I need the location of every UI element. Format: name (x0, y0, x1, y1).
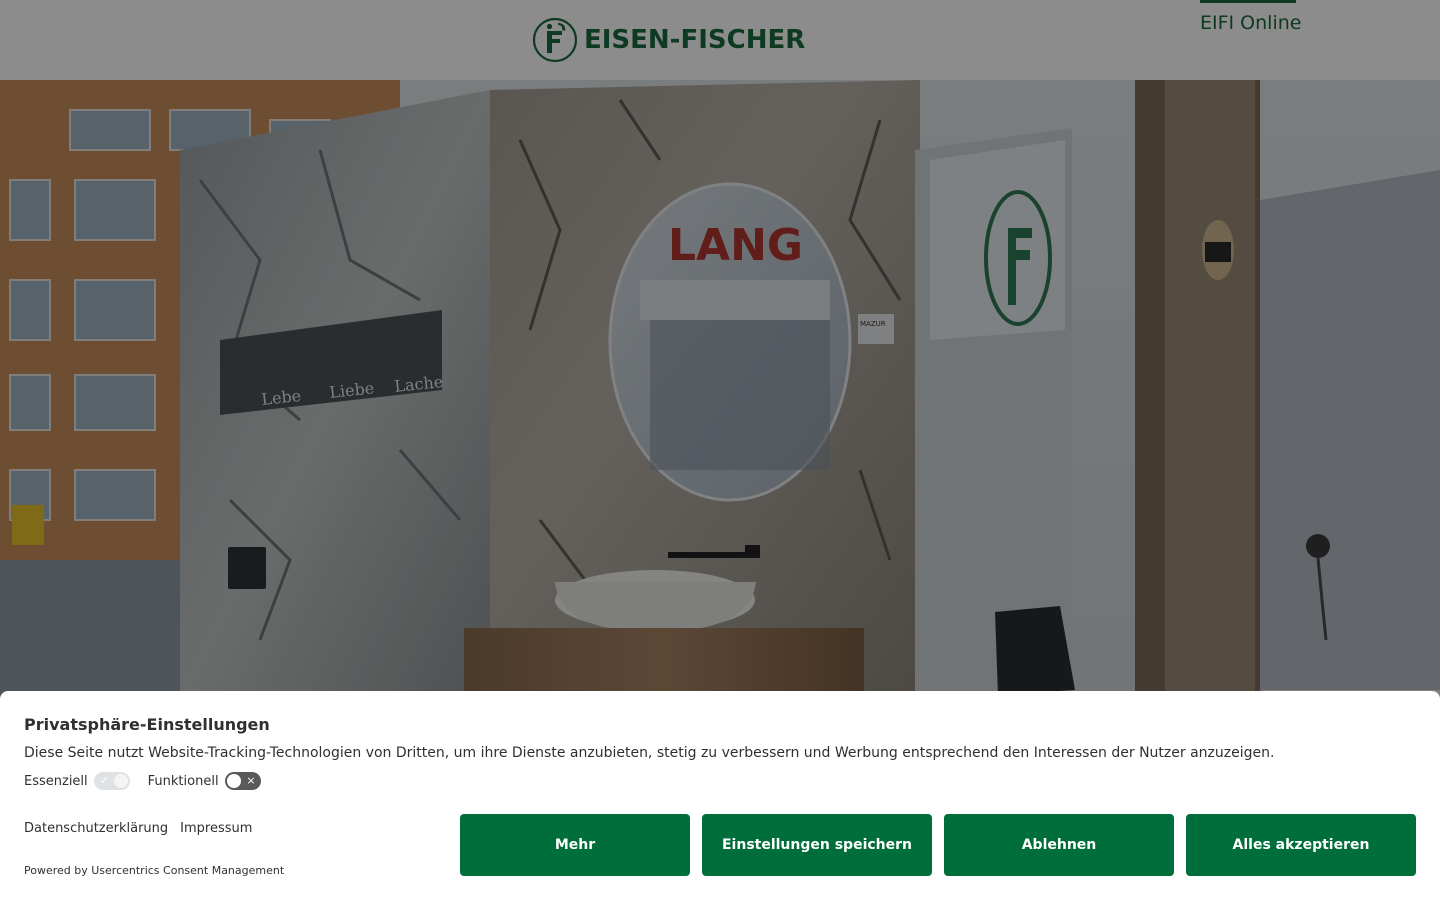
imprint-link[interactable]: Impressum (180, 821, 252, 836)
functional-toggle[interactable]: × (224, 772, 261, 790)
powered-by-text: Powered by Usercentrics Consent Manageme… (24, 864, 285, 877)
consent-banner: Privatsphäre-Einstellungen Diese Seite n… (0, 691, 1440, 900)
consent-toggles: Essenziell ✓ Funktionell × (24, 771, 279, 791)
privacy-policy-link[interactable]: Datenschutzerklärung (24, 821, 168, 836)
toggle-label-essential: Essenziell (24, 773, 88, 789)
check-icon: ✓ (99, 774, 109, 787)
close-icon: × (246, 774, 256, 787)
more-button[interactable]: Mehr (460, 814, 690, 876)
deny-button[interactable]: Ablehnen (944, 814, 1174, 876)
consent-links: Datenschutzerklärung Impressum (24, 821, 264, 836)
essential-toggle: ✓ (93, 772, 130, 790)
toggle-knob (113, 774, 128, 788)
consent-description: Diese Seite nutzt Website-Tracking-Techn… (24, 745, 1275, 761)
accept-all-button[interactable]: Alles akzeptieren (1186, 814, 1416, 876)
toggle-knob (226, 774, 241, 788)
toggle-label-functional: Funktionell (147, 773, 219, 789)
consent-title: Privatsphäre-Einstellungen (24, 715, 270, 734)
save-settings-button[interactable]: Einstellungen speichern (702, 814, 932, 876)
